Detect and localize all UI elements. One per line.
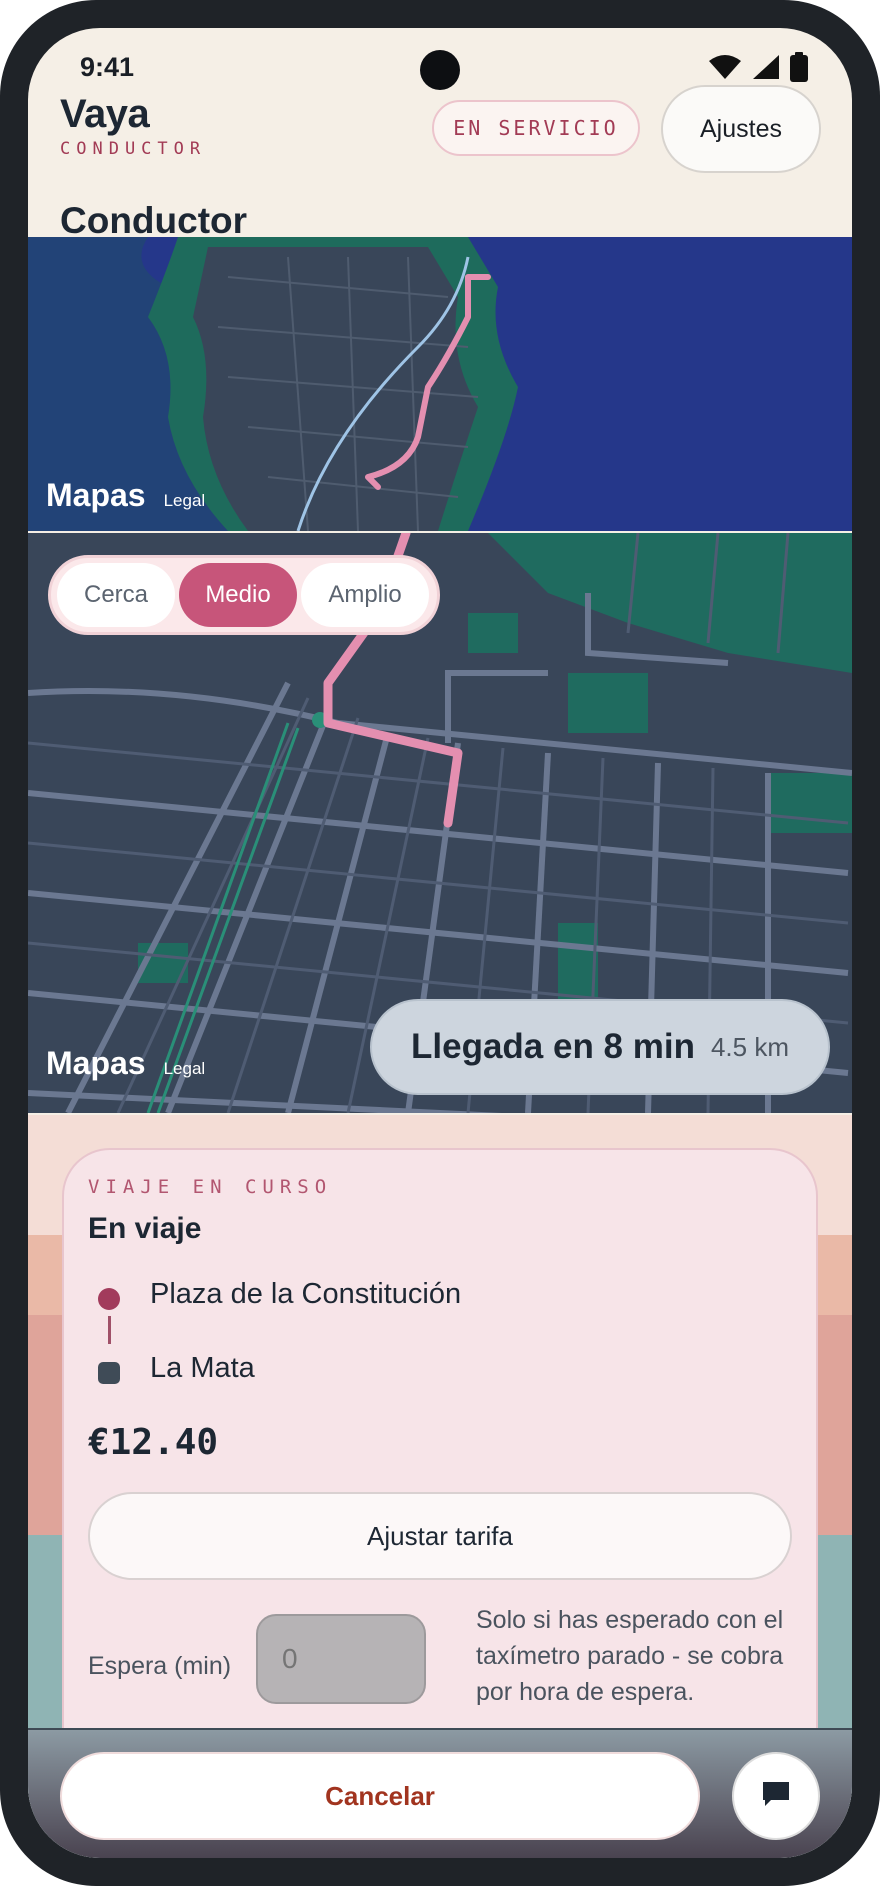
settings-button[interactable]: Ajustes	[661, 85, 821, 173]
battery-icon	[790, 52, 808, 82]
cancel-button[interactable]: Cancelar	[60, 1752, 700, 1840]
destination-address: La Mata	[150, 1352, 255, 1384]
map-attribution: Mapas Legal	[46, 477, 205, 514]
status-time: 9:41	[80, 52, 135, 82]
detail-map[interactable]: Cerca Medio Amplio Llegada en 8 min 4.5 …	[28, 533, 852, 1113]
eta-label: Llegada en 8 min	[411, 1027, 695, 1066]
status-icons	[708, 52, 808, 82]
fare-amount: €12.40	[88, 1422, 219, 1463]
zoom-option-medio[interactable]: Medio	[179, 563, 297, 627]
maps-logo: Mapas	[46, 477, 146, 513]
trip-card: VIAJE EN CURSO En viaje Plaza de la Cons…	[62, 1148, 818, 1748]
overview-map[interactable]: Mapas Legal	[28, 237, 852, 531]
origin-address: Plaza de la Constitución	[150, 1278, 462, 1310]
destination-marker-icon	[98, 1362, 120, 1384]
signal-icon	[752, 54, 780, 80]
origin-marker-icon	[98, 1288, 120, 1310]
wait-help-text: Solo si has esperado con el taxímetro pa…	[476, 1606, 784, 1706]
brand: Vaya CONDUCTOR	[60, 92, 206, 159]
zoom-option-cerca[interactable]: Cerca	[57, 563, 175, 627]
trip-kicker: VIAJE EN CURSO	[88, 1176, 333, 1198]
chat-button[interactable]	[732, 1752, 820, 1840]
adjust-fare-button[interactable]: Ajustar tarifa	[88, 1492, 792, 1580]
wifi-icon	[708, 54, 742, 80]
route-connector	[108, 1316, 111, 1344]
map-attribution-detail: Mapas Legal	[46, 1045, 205, 1082]
status-badge[interactable]: EN SERVICIO	[432, 100, 640, 156]
maps-logo-detail: Mapas	[46, 1045, 146, 1081]
brand-subtitle: CONDUCTOR	[60, 139, 207, 159]
zoom-segmented-control: Cerca Medio Amplio	[48, 555, 440, 635]
trip-status: En viaje	[88, 1212, 202, 1245]
zoom-option-amplio[interactable]: Amplio	[301, 563, 429, 627]
chat-icon	[761, 1780, 791, 1813]
bottom-action-bar: Cancelar	[28, 1728, 852, 1858]
legal-link-detail[interactable]: Legal	[164, 1059, 206, 1079]
camera-cutout	[420, 50, 460, 90]
wait-minutes-input[interactable]	[256, 1614, 426, 1704]
eta-badge: Llegada en 8 min 4.5 km	[370, 999, 830, 1095]
legal-link[interactable]: Legal	[164, 491, 206, 511]
phone-frame: 9:41 Vaya CONDUCTOR EN SERVICIO Ajustes …	[0, 0, 880, 1886]
page-title: Conductor	[60, 200, 248, 241]
eta-distance: 4.5 km	[710, 1031, 789, 1062]
brand-title: Vaya	[60, 92, 150, 136]
screen: 9:41 Vaya CONDUCTOR EN SERVICIO Ajustes …	[28, 28, 852, 1858]
wait-label: Espera (min)	[88, 1652, 232, 1680]
